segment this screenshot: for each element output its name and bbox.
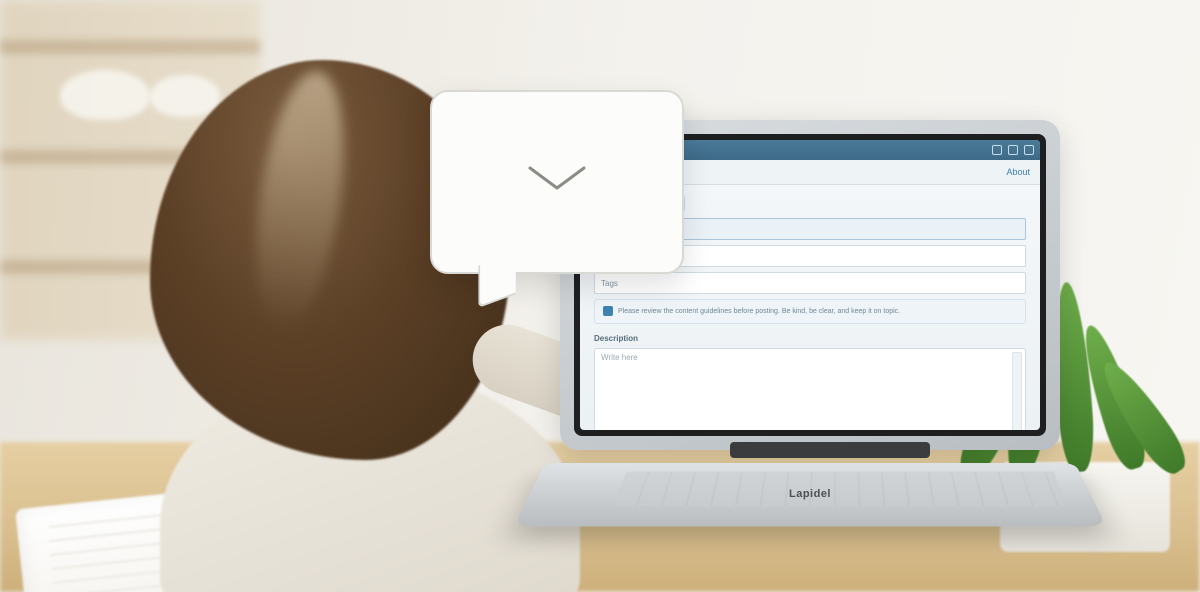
- textarea-placeholder: Write here: [601, 353, 638, 362]
- speech-bubble-overlay: [430, 90, 684, 274]
- laptop-brand-label: Lapidel: [560, 488, 1060, 500]
- chevron-down-icon: [522, 158, 592, 198]
- info-text: Please review the content guidelines bef…: [618, 308, 900, 315]
- field-label: Tags: [601, 279, 618, 288]
- window-control-icon[interactable]: [1008, 145, 1018, 155]
- info-banner: Please review the content guidelines bef…: [594, 299, 1026, 324]
- window-control-icon[interactable]: [992, 145, 1002, 155]
- shelf-edge: [0, 40, 260, 54]
- toolbar-right-link[interactable]: About: [1006, 167, 1030, 177]
- laptop-hinge: [730, 442, 930, 458]
- scrollbar[interactable]: [1012, 352, 1022, 430]
- bowl-decor: [150, 75, 220, 117]
- window-control-icon[interactable]: [1024, 145, 1034, 155]
- description-textarea[interactable]: Write here: [594, 348, 1026, 430]
- bowl-decor: [60, 70, 150, 120]
- tags-field[interactable]: Tags: [594, 272, 1026, 294]
- info-icon: [603, 306, 613, 316]
- scene-photo: Home About Post Thread Title Subject Tag…: [0, 0, 1200, 592]
- section-heading: Description: [594, 334, 1026, 343]
